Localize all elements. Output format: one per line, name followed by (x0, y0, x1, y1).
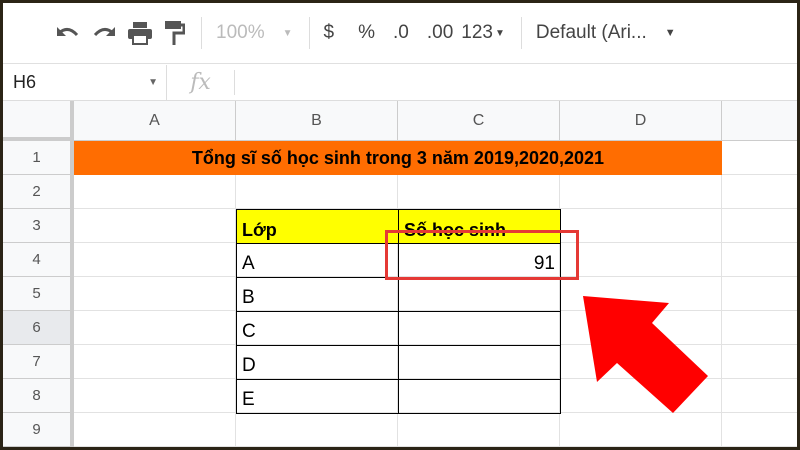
pointer-arrow-icon (583, 296, 708, 413)
